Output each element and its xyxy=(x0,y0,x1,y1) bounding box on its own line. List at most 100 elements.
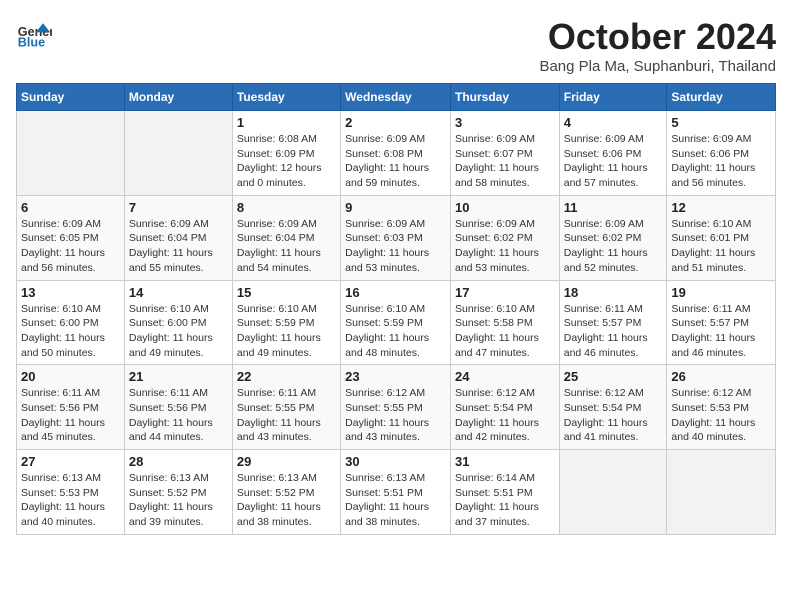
day-info: Sunrise: 6:09 AM Sunset: 6:05 PM Dayligh… xyxy=(21,217,120,276)
calendar-cell: 22 Sunrise: 6:11 AM Sunset: 5:55 PM Dayli… xyxy=(232,365,340,450)
day-info: Sunrise: 6:09 AM Sunset: 6:02 PM Dayligh… xyxy=(564,217,663,276)
weekday-header: Monday xyxy=(124,84,232,111)
day-info: Sunrise: 6:09 AM Sunset: 6:02 PM Dayligh… xyxy=(455,217,555,276)
day-number: 21 xyxy=(129,369,228,384)
day-number: 25 xyxy=(564,369,663,384)
calendar-cell: 25 Sunrise: 6:12 AM Sunset: 5:54 PM Dayli… xyxy=(559,365,667,450)
month-title: October 2024 xyxy=(539,16,776,58)
weekday-header: Tuesday xyxy=(232,84,340,111)
day-number: 14 xyxy=(129,285,228,300)
day-number: 17 xyxy=(455,285,555,300)
day-number: 22 xyxy=(237,369,336,384)
day-info: Sunrise: 6:09 AM Sunset: 6:07 PM Dayligh… xyxy=(455,132,555,191)
day-number: 28 xyxy=(129,454,228,469)
weekday-row: SundayMondayTuesdayWednesdayThursdayFrid… xyxy=(17,84,776,111)
calendar-cell: 12Sunrise: 6:10 AM Sunset: 6:01 PM Dayli… xyxy=(667,195,776,280)
day-info: Sunrise: 6:11 AM Sunset: 5:55 PM Dayligh… xyxy=(237,386,336,445)
day-info: Sunrise: 6:09 AM Sunset: 6:04 PM Dayligh… xyxy=(129,217,228,276)
day-number: 8 xyxy=(237,200,336,215)
day-info: Sunrise: 6:10 AM Sunset: 6:00 PM Dayligh… xyxy=(21,302,120,361)
day-info: Sunrise: 6:11 AM Sunset: 5:56 PM Dayligh… xyxy=(21,386,120,445)
calendar-cell: 28 Sunrise: 6:13 AM Sunset: 5:52 PM Dayli… xyxy=(124,450,232,535)
calendar-cell: 8 Sunrise: 6:09 AM Sunset: 6:04 PM Daylig… xyxy=(232,195,340,280)
day-number: 7 xyxy=(129,200,228,215)
svg-text:Blue: Blue xyxy=(18,36,45,50)
day-number: 18 xyxy=(564,285,663,300)
day-info: Sunrise: 6:13 AM Sunset: 5:53 PM Dayligh… xyxy=(21,471,120,530)
day-number: 4 xyxy=(564,115,663,130)
location-title: Bang Pla Ma, Suphanburi, Thailand xyxy=(539,58,776,75)
day-info: Sunrise: 6:13 AM Sunset: 5:52 PM Dayligh… xyxy=(129,471,228,530)
day-number: 9 xyxy=(345,200,446,215)
calendar-cell xyxy=(559,450,667,535)
day-info: Sunrise: 6:10 AM Sunset: 6:00 PM Dayligh… xyxy=(129,302,228,361)
page-header: General Blue October 2024 Bang Pla Ma, S… xyxy=(16,16,776,75)
day-number: 11 xyxy=(564,200,663,215)
day-number: 27 xyxy=(21,454,120,469)
calendar-cell: 15Sunrise: 6:10 AM Sunset: 5:59 PM Dayli… xyxy=(232,280,340,365)
day-info: Sunrise: 6:10 AM Sunset: 5:59 PM Dayligh… xyxy=(345,302,446,361)
calendar-cell: 14 Sunrise: 6:10 AM Sunset: 6:00 PM Dayli… xyxy=(124,280,232,365)
day-number: 5 xyxy=(671,115,771,130)
calendar-cell: 4 Sunrise: 6:09 AM Sunset: 6:06 PM Daylig… xyxy=(559,111,667,196)
day-number: 10 xyxy=(455,200,555,215)
weekday-header: Wednesday xyxy=(341,84,451,111)
day-info: Sunrise: 6:13 AM Sunset: 5:52 PM Dayligh… xyxy=(237,471,336,530)
day-number: 20 xyxy=(21,369,120,384)
day-info: Sunrise: 6:12 AM Sunset: 5:54 PM Dayligh… xyxy=(455,386,555,445)
calendar-cell: 3Sunrise: 6:09 AM Sunset: 6:07 PM Daylig… xyxy=(450,111,559,196)
day-info: Sunrise: 6:09 AM Sunset: 6:03 PM Dayligh… xyxy=(345,217,446,276)
day-number: 13 xyxy=(21,285,120,300)
calendar-week-row: 27 Sunrise: 6:13 AM Sunset: 5:53 PM Dayli… xyxy=(17,450,776,535)
calendar-body: 1 Sunrise: 6:08 AM Sunset: 6:09 PM Daylig… xyxy=(17,111,776,535)
weekday-header: Friday xyxy=(559,84,667,111)
day-number: 6 xyxy=(21,200,120,215)
day-info: Sunrise: 6:09 AM Sunset: 6:06 PM Dayligh… xyxy=(671,132,771,191)
logo: General Blue xyxy=(16,16,52,52)
calendar-cell: 17Sunrise: 6:10 AM Sunset: 5:58 PM Dayli… xyxy=(450,280,559,365)
calendar-week-row: 13 Sunrise: 6:10 AM Sunset: 6:00 PM Dayli… xyxy=(17,280,776,365)
day-number: 31 xyxy=(455,454,555,469)
day-info: Sunrise: 6:12 AM Sunset: 5:53 PM Dayligh… xyxy=(671,386,771,445)
calendar-cell: 16 Sunrise: 6:10 AM Sunset: 5:59 PM Dayli… xyxy=(341,280,451,365)
weekday-header: Sunday xyxy=(17,84,125,111)
calendar-cell: 30 Sunrise: 6:13 AM Sunset: 5:51 PM Dayli… xyxy=(341,450,451,535)
calendar-cell: 2 Sunrise: 6:09 AM Sunset: 6:08 PM Daylig… xyxy=(341,111,451,196)
calendar-cell xyxy=(17,111,125,196)
calendar-cell: 31 Sunrise: 6:14 AM Sunset: 5:51 PM Dayli… xyxy=(450,450,559,535)
calendar-header: SundayMondayTuesdayWednesdayThursdayFrid… xyxy=(17,84,776,111)
calendar-cell: 6 Sunrise: 6:09 AM Sunset: 6:05 PM Daylig… xyxy=(17,195,125,280)
day-info: Sunrise: 6:09 AM Sunset: 6:08 PM Dayligh… xyxy=(345,132,446,191)
calendar-week-row: 6 Sunrise: 6:09 AM Sunset: 6:05 PM Daylig… xyxy=(17,195,776,280)
calendar-cell: 19Sunrise: 6:11 AM Sunset: 5:57 PM Dayli… xyxy=(667,280,776,365)
calendar-cell xyxy=(124,111,232,196)
weekday-header: Saturday xyxy=(667,84,776,111)
calendar-week-row: 20 Sunrise: 6:11 AM Sunset: 5:56 PM Dayli… xyxy=(17,365,776,450)
day-number: 12 xyxy=(671,200,771,215)
calendar-cell: 11 Sunrise: 6:09 AM Sunset: 6:02 PM Dayli… xyxy=(559,195,667,280)
day-info: Sunrise: 6:09 AM Sunset: 6:04 PM Dayligh… xyxy=(237,217,336,276)
title-block: October 2024 Bang Pla Ma, Suphanburi, Th… xyxy=(539,16,776,75)
calendar-table: SundayMondayTuesdayWednesdayThursdayFrid… xyxy=(16,83,776,535)
day-number: 30 xyxy=(345,454,446,469)
day-number: 2 xyxy=(345,115,446,130)
day-number: 16 xyxy=(345,285,446,300)
day-number: 19 xyxy=(671,285,771,300)
calendar-cell: 24 Sunrise: 6:12 AM Sunset: 5:54 PM Dayli… xyxy=(450,365,559,450)
day-info: Sunrise: 6:13 AM Sunset: 5:51 PM Dayligh… xyxy=(345,471,446,530)
calendar-cell: 29 Sunrise: 6:13 AM Sunset: 5:52 PM Dayli… xyxy=(232,450,340,535)
calendar-cell: 9 Sunrise: 6:09 AM Sunset: 6:03 PM Daylig… xyxy=(341,195,451,280)
day-info: Sunrise: 6:08 AM Sunset: 6:09 PM Dayligh… xyxy=(237,132,336,191)
day-info: Sunrise: 6:12 AM Sunset: 5:54 PM Dayligh… xyxy=(564,386,663,445)
day-info: Sunrise: 6:09 AM Sunset: 6:06 PM Dayligh… xyxy=(564,132,663,191)
calendar-cell: 1 Sunrise: 6:08 AM Sunset: 6:09 PM Daylig… xyxy=(232,111,340,196)
day-number: 24 xyxy=(455,369,555,384)
day-number: 23 xyxy=(345,369,446,384)
day-number: 29 xyxy=(237,454,336,469)
calendar-cell: 27 Sunrise: 6:13 AM Sunset: 5:53 PM Dayli… xyxy=(17,450,125,535)
day-info: Sunrise: 6:14 AM Sunset: 5:51 PM Dayligh… xyxy=(455,471,555,530)
day-info: Sunrise: 6:12 AM Sunset: 5:55 PM Dayligh… xyxy=(345,386,446,445)
day-number: 1 xyxy=(237,115,336,130)
day-number: 15 xyxy=(237,285,336,300)
day-number: 26 xyxy=(671,369,771,384)
